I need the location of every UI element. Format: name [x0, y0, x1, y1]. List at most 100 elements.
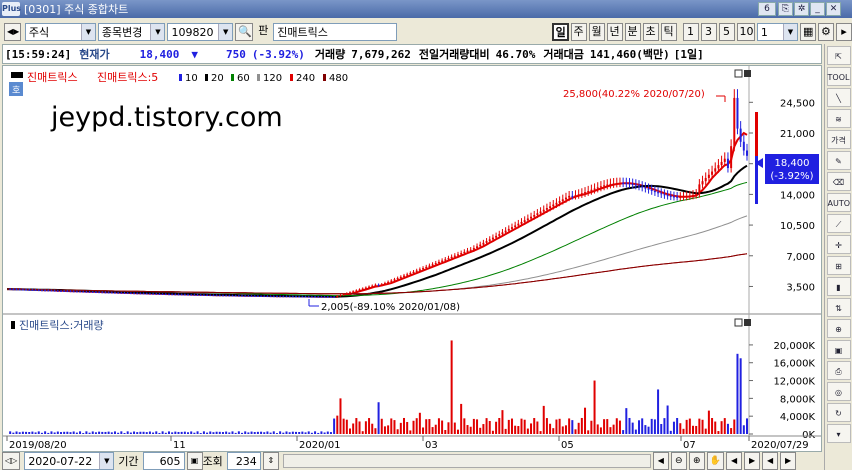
text-icon[interactable]: ✎	[826, 151, 851, 170]
volume-bar	[221, 432, 224, 434]
candle-body	[244, 295, 247, 297]
period-button-year[interactable]: 년	[606, 23, 623, 41]
candle-body	[390, 280, 393, 282]
price-tick-label: 14,000	[780, 190, 815, 201]
stock-name-field[interactable]: 진매트릭스	[273, 23, 398, 41]
unit-button-5[interactable]: 5	[718, 23, 735, 41]
zoom-in-icon[interactable]: ⊕	[688, 452, 705, 470]
more-icon[interactable]: ▸	[835, 23, 852, 41]
volume-bar	[564, 425, 567, 434]
scroll-right-icon[interactable]: ◀	[652, 452, 669, 470]
unit-button-3[interactable]: 3	[700, 23, 717, 41]
candle-body	[139, 293, 142, 295]
refresh-icon[interactable]: ↻	[826, 403, 851, 422]
gear-icon[interactable]: ⚙	[817, 23, 834, 41]
date-picker[interactable]: 2020-07-22 ▼	[24, 452, 115, 470]
grid-icon[interactable]: ▦	[799, 23, 816, 41]
nav-back-icon[interactable]: ◀▶	[4, 23, 21, 41]
fibonacci-icon[interactable]: ≋	[826, 109, 851, 128]
scroll-down-icon[interactable]: ▾	[826, 424, 851, 443]
volume-bar	[520, 418, 523, 434]
view-count-input[interactable]: 234	[226, 452, 261, 470]
period-button-week[interactable]: 주	[570, 23, 587, 41]
ruler-icon[interactable]: ⊞	[826, 256, 851, 275]
hand-icon[interactable]: ✋	[706, 452, 725, 470]
minimize-icon[interactable]: _	[810, 2, 825, 16]
maximize-pane-icon[interactable]	[734, 318, 743, 327]
candle-body	[317, 296, 320, 298]
unit-button-10[interactable]: 10	[736, 23, 755, 41]
compare-icon[interactable]: ⇅	[826, 298, 851, 317]
candle-body	[94, 292, 97, 294]
market-select[interactable]: 주식 ▼	[24, 23, 96, 41]
volume-bar	[15, 431, 18, 434]
candle-body	[425, 266, 428, 269]
zoom-icon[interactable]: ⊕	[826, 319, 851, 338]
interval-select[interactable]: 1 ▼	[756, 23, 798, 41]
close-pane-icon[interactable]	[744, 70, 751, 77]
print-icon[interactable]: ⎙	[826, 361, 851, 380]
fast-back-icon[interactable]: ◀	[762, 452, 779, 470]
close-pane-icon[interactable]	[744, 319, 751, 326]
volume-bar	[291, 431, 294, 434]
zoom-out-icon[interactable]: ⊖	[670, 452, 687, 470]
volume-bar	[342, 418, 345, 434]
volume-bar	[288, 432, 291, 434]
stock-type-button[interactable]: 판	[255, 23, 271, 41]
volume-bar	[69, 432, 72, 434]
volume-bar	[244, 431, 247, 434]
view-count-spinner[interactable]: ⇕	[262, 452, 279, 470]
unit-button-1[interactable]: 1	[682, 23, 699, 41]
horizontal-scrollbar[interactable]	[282, 454, 651, 468]
step-back-icon[interactable]: ◀	[726, 452, 743, 470]
market-value: 주식	[28, 26, 50, 39]
main-toolbar: ◀▶ 주식 ▼ 종목변경 ▼ 109820 ▼ 🔍 판 진매트릭스 일 주 월 년 분…	[0, 21, 852, 43]
eraser-icon[interactable]: ⌫	[826, 172, 851, 191]
maximize-pane-icon[interactable]	[734, 69, 743, 78]
close-icon[interactable]: ✕	[826, 2, 841, 16]
period-input[interactable]: 605	[142, 452, 185, 470]
tool-icon[interactable]: TOOL	[826, 67, 851, 86]
indicator-icon[interactable]: ▮	[826, 277, 851, 296]
candle-body	[361, 288, 364, 290]
price-icon[interactable]: 가격	[826, 130, 851, 149]
settings-icon[interactable]: ✲	[794, 2, 809, 16]
query-icon[interactable]: ▣	[186, 452, 203, 470]
ma-legend-label: 60	[237, 73, 250, 84]
candle-body	[711, 171, 714, 175]
candle-body	[695, 193, 698, 195]
volume-bar	[329, 432, 332, 434]
auto-icon[interactable]: AUTO	[826, 193, 851, 212]
period-button-tick[interactable]: 틱	[660, 23, 677, 41]
candle-body	[596, 187, 599, 189]
right-toolbar: ⇱ TOOL ╲ ≋ 가격 ✎ ⌫ AUTO ⟋ ✛ ⊞ ▮ ⇅ ⊕ ▣ ⎙ ◎…	[824, 44, 852, 470]
candle-body	[298, 296, 301, 298]
trend-icon[interactable]: ⟋	[826, 214, 851, 233]
save-icon[interactable]: ▣	[826, 340, 851, 359]
code-input[interactable]: 109820 ▼	[167, 23, 234, 41]
line-draw-icon[interactable]: ╲	[826, 88, 851, 107]
candle-body	[304, 296, 307, 298]
chart-area[interactable]: 진매트릭스 진매트릭스:5 10 20 60 120 240 480 jeypd.tist…	[2, 65, 822, 452]
volume-bar	[161, 431, 164, 434]
volume-bar	[682, 428, 685, 434]
period-button-second[interactable]: 초	[642, 23, 659, 41]
period-button-minute[interactable]: 분	[624, 23, 641, 41]
volume-legend-swatch	[11, 321, 15, 329]
period-button-month[interactable]: 월	[588, 23, 605, 41]
capture-icon[interactable]: ◎	[826, 382, 851, 401]
step-forward-icon[interactable]: ▶	[744, 452, 761, 470]
volume-bar	[117, 432, 120, 434]
chart-canvas[interactable]: 진매트릭스 진매트릭스:5 10 20 60 120 240 480 jeypd.tist…	[3, 66, 821, 451]
cross-icon[interactable]: ✛	[826, 235, 851, 254]
candle-body	[641, 186, 644, 188]
search-icon[interactable]: 🔍	[235, 23, 254, 41]
period-button-day[interactable]: 일	[551, 23, 569, 41]
mode-select[interactable]: 종목변경 ▼	[97, 23, 166, 41]
tab-number-button[interactable]: 6	[758, 2, 776, 16]
fast-forward-icon[interactable]: ▶	[780, 452, 797, 470]
scroll-left-icon[interactable]: ◁▷	[2, 452, 21, 470]
cursor-icon[interactable]: ⇱	[826, 46, 851, 65]
link-icon[interactable]: ⎘	[778, 2, 793, 16]
period-label: 기간	[118, 455, 139, 468]
